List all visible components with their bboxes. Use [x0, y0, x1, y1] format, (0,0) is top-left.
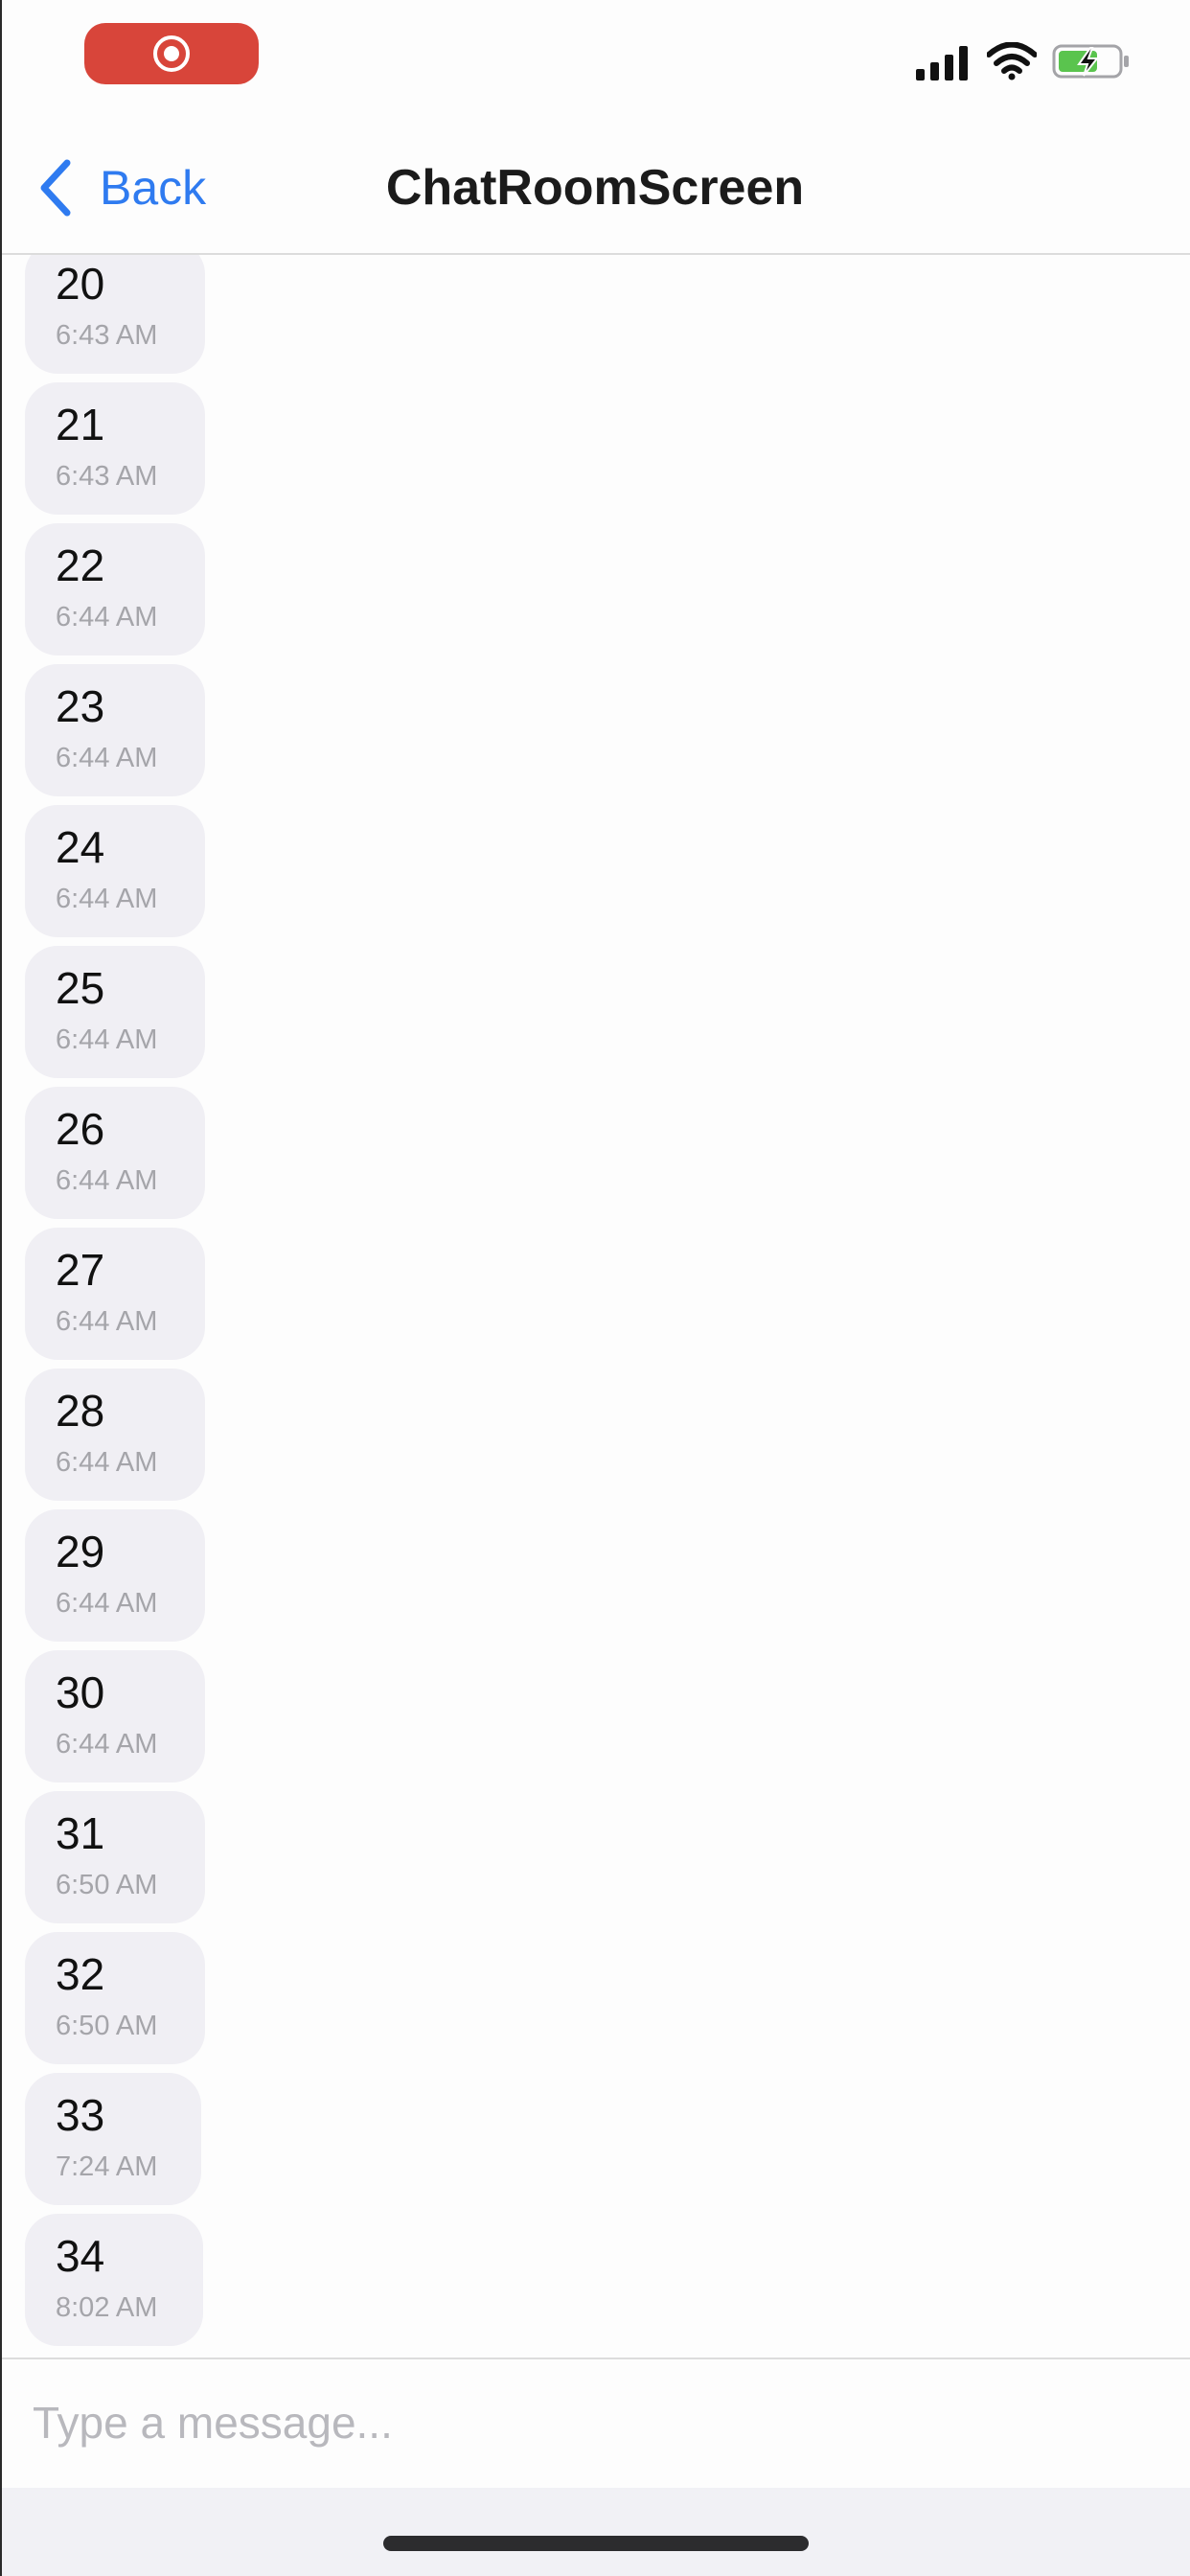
screen-recording-indicator[interactable]: [84, 23, 259, 84]
message-timestamp: 6:50 AM: [56, 1870, 158, 1900]
message-timestamp: 6:44 AM: [56, 602, 158, 632]
message-text: 28: [56, 1386, 105, 1436]
message-timestamp: 6:50 AM: [56, 2011, 158, 2041]
message-bubble[interactable]: 34 8:02 AM: [25, 2214, 203, 2346]
message-bubble[interactable]: 33 7:24 AM: [25, 2073, 201, 2205]
navigation-header: Back ChatRoomScreen: [0, 125, 1190, 255]
message-text: 29: [56, 1527, 105, 1576]
message-text: 24: [56, 822, 105, 872]
message-timestamp: 7:24 AM: [56, 2151, 158, 2182]
message-text: 22: [56, 540, 105, 590]
message-timestamp: 6:44 AM: [56, 884, 158, 914]
message-text: 23: [56, 681, 105, 731]
message-bubble[interactable]: 26 6:44 AM: [25, 1087, 205, 1219]
chat-room-screen: Back ChatRoomScreen 20 6:43 AM 21 6:43 A…: [0, 0, 1190, 2576]
message-bubble[interactable]: 32 6:50 AM: [25, 1932, 205, 2064]
message-text: 33: [56, 2090, 105, 2140]
message-bubble[interactable]: 24 6:44 AM: [25, 805, 205, 937]
message-bubble[interactable]: 29 6:44 AM: [25, 1509, 205, 1642]
message-timestamp: 6:44 AM: [56, 1729, 158, 1760]
message-timestamp: 6:44 AM: [56, 1024, 158, 1055]
message-timestamp: 6:44 AM: [56, 1588, 158, 1619]
message-bubble[interactable]: 31 6:50 AM: [25, 1791, 205, 1923]
wifi-icon: [987, 42, 1037, 80]
message-bubble[interactable]: 20 6:43 AM: [25, 255, 205, 374]
message-text: 25: [56, 963, 105, 1013]
message-bubble[interactable]: 27 6:44 AM: [25, 1228, 205, 1360]
message-text: 34: [56, 2231, 105, 2281]
message-text: 27: [56, 1245, 105, 1295]
message-timestamp: 6:43 AM: [56, 320, 158, 351]
home-indicator-area: [0, 2488, 1190, 2576]
message-text: 21: [56, 400, 105, 449]
message-timestamp: 6:44 AM: [56, 1447, 158, 1478]
message-bubble[interactable]: 21 6:43 AM: [25, 382, 205, 515]
message-composer: [0, 2358, 1190, 2488]
message-text: 26: [56, 1104, 105, 1154]
message-timestamp: 6:43 AM: [56, 461, 158, 492]
message-text: 30: [56, 1668, 105, 1717]
message-input[interactable]: [23, 2375, 1173, 2471]
message-bubble[interactable]: 25 6:44 AM: [25, 946, 205, 1078]
message-timestamp: 6:44 AM: [56, 1306, 158, 1337]
message-timestamp: 8:02 AM: [56, 2292, 158, 2323]
message-text: 32: [56, 1949, 105, 1999]
status-bar: [0, 0, 1190, 125]
message-list[interactable]: 20 6:43 AM 21 6:43 AM 22 6:44 AM 23 6:44…: [0, 255, 1190, 2359]
home-indicator[interactable]: [383, 2536, 809, 2551]
message-text: 20: [56, 259, 105, 309]
message-text: 31: [56, 1808, 105, 1858]
cellular-signal-icon: [916, 46, 968, 80]
screen-edge: [0, 0, 2, 2576]
record-icon: [153, 35, 190, 72]
message-bubble[interactable]: 30 6:44 AM: [25, 1650, 205, 1782]
message-bubble[interactable]: 22 6:44 AM: [25, 523, 205, 656]
battery-charging-icon: [1052, 44, 1129, 79]
message-timestamp: 6:44 AM: [56, 743, 158, 773]
message-bubble[interactable]: 28 6:44 AM: [25, 1368, 205, 1501]
page-title: ChatRoomScreen: [385, 160, 805, 216]
message-bubble[interactable]: 23 6:44 AM: [25, 664, 205, 796]
message-timestamp: 6:44 AM: [56, 1165, 158, 1196]
